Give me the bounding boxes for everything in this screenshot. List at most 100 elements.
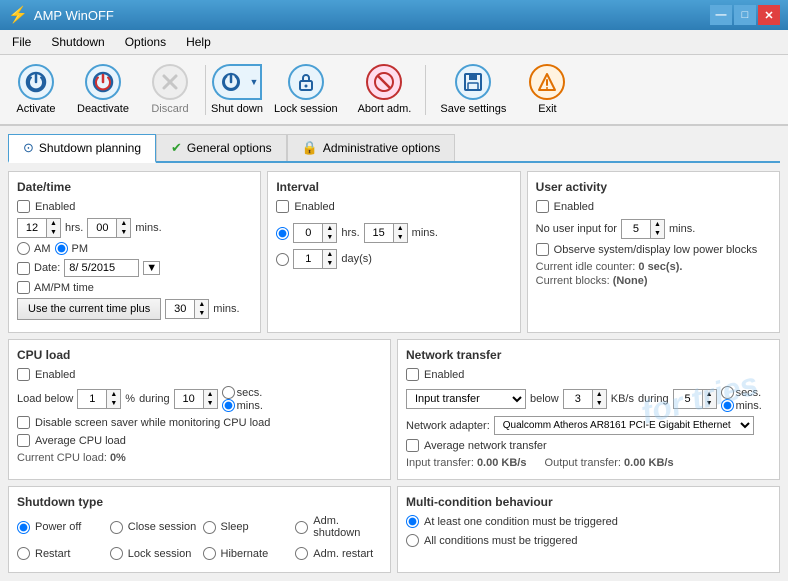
plusmins-down[interactable]: ▼: [195, 309, 208, 318]
mc-all-radio[interactable]: [406, 534, 419, 547]
interval-hrs-radio[interactable]: [276, 227, 289, 240]
cpu-mins-radio[interactable]: [222, 399, 235, 412]
minutes-input[interactable]: [87, 218, 117, 238]
date-input[interactable]: [64, 259, 139, 277]
ua-observe-checkbox[interactable]: [536, 243, 549, 256]
interval-enabled-row: Enabled: [276, 200, 511, 213]
shutdown-sleep-radio[interactable]: [203, 521, 216, 534]
user-activity-title: User activity: [536, 180, 771, 194]
mc-all-label: All conditions must be triggered: [424, 535, 577, 547]
shutdown-poweroff-radio[interactable]: [17, 521, 30, 534]
cpuload-up[interactable]: ▲: [107, 390, 120, 399]
interval-days-input[interactable]: [293, 249, 323, 269]
cpu-enabled-checkbox[interactable]: [17, 368, 30, 381]
exit-button[interactable]: Exit: [517, 59, 577, 120]
shutdown-admshutdown-radio[interactable]: [295, 521, 308, 534]
net-secs-radio[interactable]: [721, 386, 734, 399]
cpu-disable-saver-checkbox[interactable]: [17, 416, 30, 429]
minimize-button[interactable]: —: [710, 5, 732, 25]
netbelow-up[interactable]: ▲: [593, 390, 606, 399]
cpuduring-down[interactable]: ▼: [204, 399, 217, 408]
interval-enabled-checkbox[interactable]: [276, 200, 289, 213]
shutdown-sleep-row: Sleep: [203, 515, 290, 539]
activate-button[interactable]: Activate: [6, 59, 66, 120]
shutdown-admrestart-radio[interactable]: [295, 547, 308, 560]
netbelow-down[interactable]: ▼: [593, 399, 606, 408]
net-during-input[interactable]: [673, 389, 703, 409]
ampm-row: AM PM: [17, 242, 252, 255]
save-button[interactable]: Save settings: [431, 59, 515, 120]
use-current-btn[interactable]: Use the current time plus: [17, 298, 161, 320]
lock-button[interactable]: Lock session: [265, 59, 347, 120]
plusmins-up[interactable]: ▲: [195, 300, 208, 309]
hours-input[interactable]: [17, 218, 47, 238]
tab-admin-icon: 🔒: [302, 140, 318, 156]
interval-hrs-input[interactable]: [293, 223, 323, 243]
ua-enabled-label: Enabled: [554, 201, 594, 213]
cpuload-down[interactable]: ▼: [107, 399, 120, 408]
mc-atleast-radio[interactable]: [406, 515, 419, 528]
menu-shutdown[interactable]: Shutdown: [43, 32, 112, 52]
shutdown-hibernate-radio[interactable]: [203, 547, 216, 560]
net-type-select[interactable]: Input transfer Output transfer: [406, 389, 526, 409]
ua-up[interactable]: ▲: [651, 220, 664, 229]
net-enabled-row: Enabled: [406, 368, 771, 381]
ihrs-down[interactable]: ▼: [323, 233, 336, 242]
ampm-time-checkbox[interactable]: [17, 281, 30, 294]
am-radio[interactable]: [17, 242, 30, 255]
idays-down[interactable]: ▼: [323, 259, 336, 268]
cpu-disable-saver-row: Disable screen saver while monitoring CP…: [17, 416, 382, 429]
abort-button[interactable]: Abort adm.: [349, 59, 421, 120]
cpu-secs-radio[interactable]: [222, 386, 235, 399]
shutdown-locksession-radio[interactable]: [110, 547, 123, 560]
net-adapter-select[interactable]: Qualcomm Atheros AR8161 PCI-E Gigabit Et…: [494, 416, 754, 435]
plus-minutes-input[interactable]: [165, 299, 195, 319]
net-enabled-checkbox[interactable]: [406, 368, 419, 381]
shutdown-closesession-radio[interactable]: [110, 521, 123, 534]
ua-mins-input[interactable]: [621, 219, 651, 239]
cpu-avg-label: Average CPU load: [35, 435, 126, 447]
shutdown-icon[interactable]: [212, 64, 248, 100]
cpu-load-input[interactable]: [77, 389, 107, 409]
discard-button[interactable]: Discard: [140, 59, 200, 120]
cpu-avg-checkbox[interactable]: [17, 434, 30, 447]
imins-up[interactable]: ▲: [394, 224, 407, 233]
idays-up[interactable]: ▲: [323, 250, 336, 259]
minutes-down[interactable]: ▼: [117, 228, 130, 237]
ua-down[interactable]: ▼: [651, 229, 664, 238]
imins-down[interactable]: ▼: [394, 233, 407, 242]
interval-panel: Interval Enabled ▲▼ hrs. ▲▼ mins.: [267, 171, 520, 333]
interval-days-radio[interactable]: [276, 253, 289, 266]
hours-up[interactable]: ▲: [47, 219, 60, 228]
tab-general[interactable]: ✔ General options: [156, 134, 287, 161]
abort-icon: [366, 64, 402, 100]
ua-enabled-checkbox[interactable]: [536, 200, 549, 213]
menu-help[interactable]: Help: [178, 32, 219, 52]
datetime-enabled-checkbox[interactable]: [17, 200, 30, 213]
interval-mins-input[interactable]: [364, 223, 394, 243]
net-below-input[interactable]: [563, 389, 593, 409]
hours-down[interactable]: ▼: [47, 228, 60, 237]
shutdown-restart-radio[interactable]: [17, 547, 30, 560]
minutes-up[interactable]: ▲: [117, 219, 130, 228]
netduring-up[interactable]: ▲: [703, 390, 716, 399]
cpu-during-input[interactable]: [174, 389, 204, 409]
cpuduring-up[interactable]: ▲: [204, 390, 217, 399]
netduring-down[interactable]: ▼: [703, 399, 716, 408]
maximize-button[interactable]: □: [734, 5, 756, 25]
date-checkbox[interactable]: [17, 262, 30, 275]
net-avg-checkbox[interactable]: [406, 439, 419, 452]
interval-hrs-row: ▲▼ hrs. ▲▼ mins.: [276, 223, 511, 243]
close-button[interactable]: ✕: [758, 5, 780, 25]
save-icon: [455, 64, 491, 100]
menu-file[interactable]: File: [4, 32, 39, 52]
tab-planning[interactable]: ⊙ Shutdown planning: [8, 134, 156, 163]
menu-options[interactable]: Options: [117, 32, 174, 52]
net-mins-radio[interactable]: [721, 399, 734, 412]
ihrs-up[interactable]: ▲: [323, 224, 336, 233]
datetime-time-row: ▲▼ hrs. ▲▼ mins.: [17, 218, 252, 238]
shutdown-dropdown[interactable]: ▼: [248, 64, 262, 100]
deactivate-button[interactable]: Deactivate: [68, 59, 138, 120]
tab-admin[interactable]: 🔒 Administrative options: [287, 134, 456, 161]
pm-radio[interactable]: [55, 242, 68, 255]
